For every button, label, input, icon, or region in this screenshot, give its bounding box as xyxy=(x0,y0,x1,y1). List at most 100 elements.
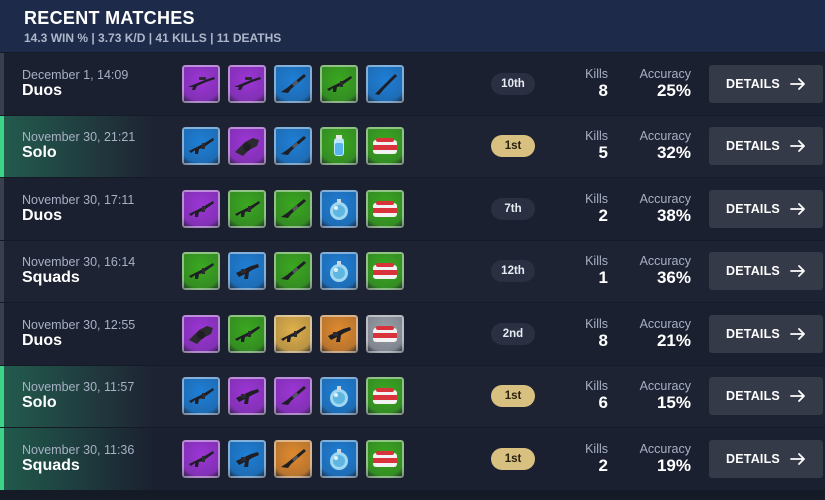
kills-value: 1 xyxy=(598,268,608,288)
loadout-slot xyxy=(320,127,358,166)
match-row: November 30, 11:36 Squads 1st Kills 2 Ac… xyxy=(0,428,825,491)
match-date: December 1, 14:09 xyxy=(22,67,129,82)
accuracy-stat: Accuracy 36% xyxy=(627,254,691,288)
placement: 7th xyxy=(448,197,578,220)
loadout-slot xyxy=(366,127,404,166)
match-date: November 30, 16:14 xyxy=(22,255,136,270)
match-row: November 30, 11:57 Solo 1st Kills 6 Accu… xyxy=(0,365,825,428)
arrow-right-icon xyxy=(790,265,805,278)
placement-badge: 1st xyxy=(491,385,535,408)
placement: 1st xyxy=(448,447,578,470)
shotgun-icon xyxy=(281,136,306,156)
loadout-slot xyxy=(228,252,266,291)
details-button[interactable]: DETAILS xyxy=(709,314,823,353)
match-info: November 30, 17:11 Duos xyxy=(0,193,182,225)
loadout-slot xyxy=(320,64,358,103)
details-button[interactable]: DETAILS xyxy=(709,377,823,416)
match-row: November 30, 21:21 Solo 1st Kills 5 Accu… xyxy=(0,115,825,178)
loadout-slot xyxy=(182,439,220,478)
match-info: November 30, 12:55 Duos xyxy=(0,318,182,350)
loadout xyxy=(182,377,448,416)
loadout-slot xyxy=(274,439,312,478)
placement: 1st xyxy=(448,135,578,158)
placement: 10th xyxy=(448,72,578,95)
kills-stat: Kills 8 xyxy=(578,67,608,101)
loadout-slot xyxy=(366,314,404,353)
match-date: November 30, 21:21 xyxy=(22,130,136,145)
kills-stat: Kills 1 xyxy=(578,254,608,288)
assault-rifle-icon xyxy=(327,75,352,92)
kills-label: Kills xyxy=(585,379,608,394)
loadout xyxy=(182,189,448,228)
loadout-slot xyxy=(274,127,312,166)
loadout-slot xyxy=(320,189,358,228)
kills-value: 8 xyxy=(598,80,608,100)
details-label: DETAILS xyxy=(726,451,780,466)
smg-icon xyxy=(236,389,259,405)
match-row: December 1, 14:09 Duos 10th Kills 8 Accu… xyxy=(0,53,825,116)
page-header: RECENT MATCHES 14.3 WIN % | 3.73 K/D | 4… xyxy=(0,0,825,53)
accuracy-value: 15% xyxy=(656,393,691,413)
kills-stat: Kills 6 xyxy=(578,379,608,413)
match-date: November 30, 17:11 xyxy=(22,192,135,207)
loadout-slot xyxy=(320,252,358,291)
loadout-slot xyxy=(182,189,220,228)
loadout-slot xyxy=(366,64,404,103)
details-button[interactable]: DETAILS xyxy=(709,64,823,103)
loadout-slot xyxy=(228,377,266,416)
kills-label: Kills xyxy=(585,254,608,269)
loadout-slot xyxy=(182,64,220,103)
match-date: November 30, 11:57 xyxy=(22,380,135,395)
details-label: DETAILS xyxy=(726,139,780,154)
placement-badge: 1st xyxy=(491,135,535,158)
loadout-slot xyxy=(182,314,220,353)
accuracy-label: Accuracy xyxy=(639,316,691,331)
accuracy-stat: Accuracy 21% xyxy=(627,317,691,351)
loadout-slot xyxy=(228,439,266,478)
match-date: November 30, 12:55 xyxy=(22,317,136,332)
placement-badge: 12th xyxy=(491,260,535,283)
loadout-slot xyxy=(320,314,358,353)
loadout-slot xyxy=(182,377,220,416)
placement: 1st xyxy=(448,385,578,408)
accuracy-label: Accuracy xyxy=(639,441,691,456)
kills-value: 5 xyxy=(598,143,608,163)
match-info: November 30, 21:21 Solo xyxy=(0,130,182,162)
kills-value: 6 xyxy=(598,393,608,413)
arrow-right-icon xyxy=(790,140,805,153)
shotgun-icon xyxy=(281,261,306,281)
grenade-icon xyxy=(330,448,348,470)
details-button[interactable]: DETAILS xyxy=(709,127,823,166)
match-mode: Squads xyxy=(22,456,80,474)
loadout xyxy=(182,252,448,291)
placement-badge: 2nd xyxy=(491,322,535,345)
details-button[interactable]: DETAILS xyxy=(709,189,823,228)
assault-rifle-icon xyxy=(189,388,214,405)
loadout-slot xyxy=(274,314,312,353)
arrow-right-icon xyxy=(790,327,805,340)
placement: 12th xyxy=(448,260,578,283)
loadout-slot xyxy=(274,252,312,291)
details-label: DETAILS xyxy=(726,389,780,404)
details-label: DETAILS xyxy=(726,201,780,216)
match-info: November 30, 16:14 Squads xyxy=(0,255,182,287)
kills-label: Kills xyxy=(585,191,608,206)
accuracy-value: 32% xyxy=(656,143,691,163)
loadout-slot xyxy=(366,377,404,416)
smg-icon xyxy=(328,326,351,342)
accuracy-stat: Accuracy 38% xyxy=(627,192,691,226)
details-button[interactable]: DETAILS xyxy=(709,252,823,291)
shotgun-icon xyxy=(281,73,306,93)
placement: 2nd xyxy=(448,322,578,345)
assault-rifle-icon xyxy=(189,450,214,467)
shotgun-icon xyxy=(281,198,306,218)
match-date: November 30, 11:36 xyxy=(22,442,135,457)
kills-value: 2 xyxy=(598,205,608,225)
accuracy-label: Accuracy xyxy=(639,66,691,81)
match-mode: Squads xyxy=(22,269,80,287)
page-title: RECENT MATCHES xyxy=(24,8,195,28)
details-button[interactable]: DETAILS xyxy=(709,439,823,478)
loadout xyxy=(182,127,448,166)
medkit-icon xyxy=(373,388,397,405)
shield-potion-icon xyxy=(334,135,344,157)
